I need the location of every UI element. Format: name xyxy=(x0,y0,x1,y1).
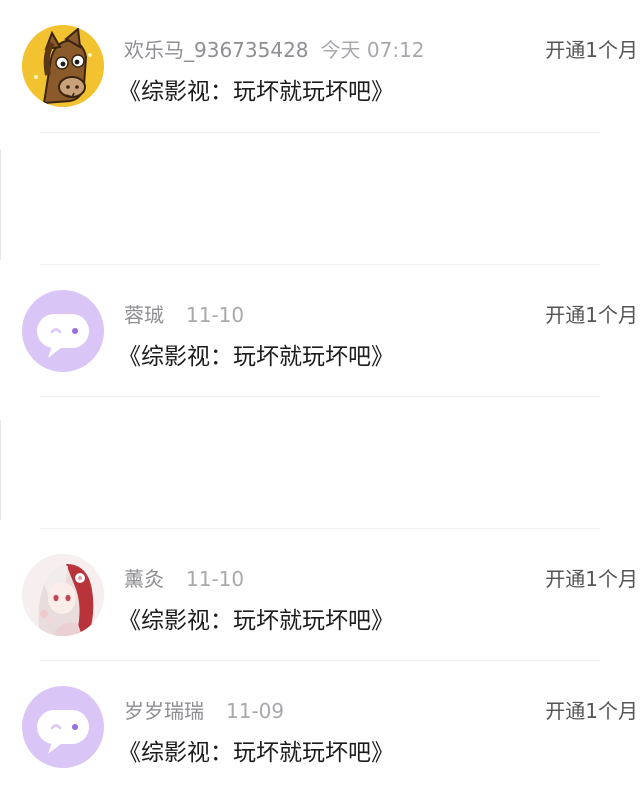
list-item[interactable]: 欢乐马_936735428 今天 07:12 开通1个月 《综影视：玩坏就玩坏吧》 xyxy=(0,0,640,132)
default-chat-avatar[interactable] xyxy=(22,290,104,372)
left-edge-line xyxy=(0,420,1,520)
user-name[interactable]: 蓉珹 xyxy=(124,303,164,327)
list-item[interactable]: 蓉珹 11-10 开通1个月 《综影视：玩坏就玩坏吧》 xyxy=(0,265,640,396)
book-title[interactable]: 《综影视：玩坏就玩坏吧》 xyxy=(118,601,394,635)
list-item[interactable]: 岁岁瑞瑞 11-09 开通1个月 《综影视：玩坏就玩坏吧》 xyxy=(0,661,640,792)
book-title[interactable]: 《综影视：玩坏就玩坏吧》 xyxy=(118,72,394,106)
user-name[interactable]: 岁岁瑞瑞 xyxy=(124,699,204,723)
book-title[interactable]: 《综影视：玩坏就玩坏吧》 xyxy=(118,733,394,767)
post-date: 11-10 xyxy=(186,303,245,327)
post-date: 11-10 xyxy=(186,567,245,591)
default-chat-avatar[interactable] xyxy=(22,686,104,768)
list-item[interactable]: 薰灸 11-10 开通1个月 《综影视：玩坏就玩坏吧》 xyxy=(0,529,640,660)
subscription-action: 开通1个月 xyxy=(545,303,638,327)
user-name[interactable]: 欢乐马_936735428 xyxy=(124,38,309,62)
anime-girl-avatar[interactable] xyxy=(22,554,104,636)
horse-avatar[interactable] xyxy=(22,25,104,107)
divider xyxy=(40,132,600,133)
post-date: 11-09 xyxy=(226,699,285,723)
user-name-line: 蓉珹 11-10 xyxy=(124,299,244,328)
user-name-line: 薰灸 11-10 xyxy=(124,563,244,592)
subscription-action: 开通1个月 xyxy=(545,38,638,62)
subscription-action: 开通1个月 xyxy=(545,567,638,591)
user-name[interactable]: 薰灸 xyxy=(124,567,164,591)
subscription-action: 开通1个月 xyxy=(545,699,638,723)
divider xyxy=(40,396,600,397)
user-name-line: 岁岁瑞瑞 11-09 xyxy=(124,695,284,724)
post-date: 今天 07:12 xyxy=(320,38,425,62)
book-title[interactable]: 《综影视：玩坏就玩坏吧》 xyxy=(118,337,394,371)
left-edge-line xyxy=(0,150,1,260)
user-name-line: 欢乐马_936735428 今天 07:12 xyxy=(124,34,425,63)
